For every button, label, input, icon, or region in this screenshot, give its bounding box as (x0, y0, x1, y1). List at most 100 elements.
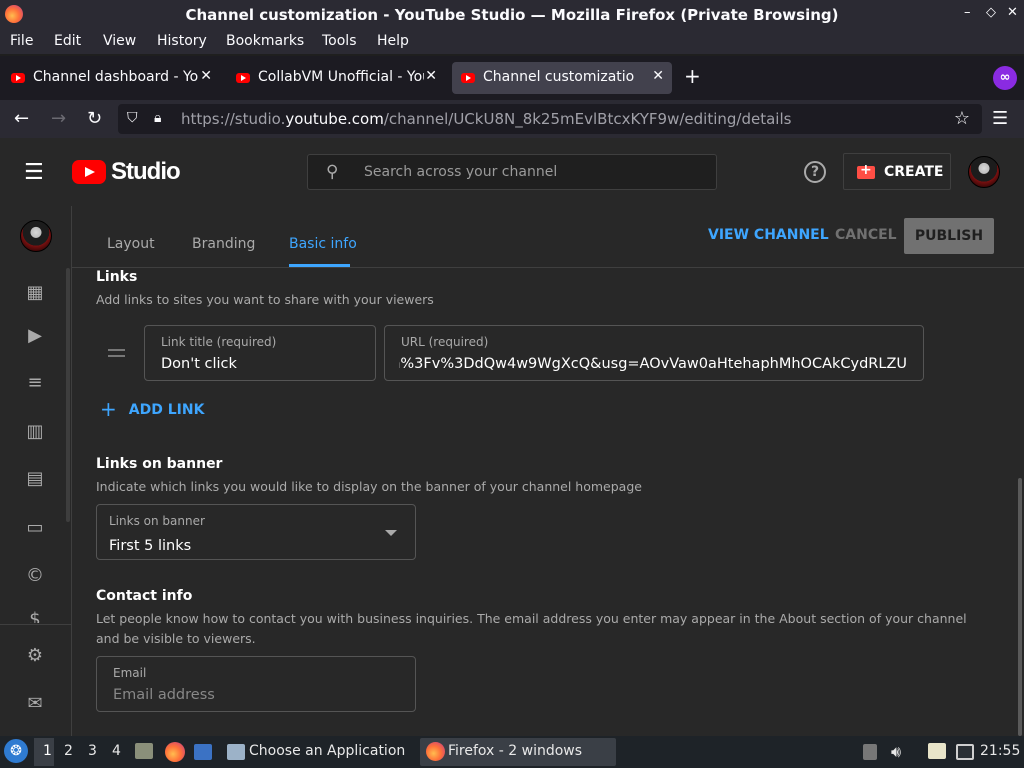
menu-view[interactable]: View (103, 33, 136, 49)
link-url-label: URL (required) (401, 335, 489, 349)
video-camera-icon (857, 162, 875, 179)
active-tab-indicator (289, 264, 350, 267)
feedback-icon[interactable]: ✉ (24, 693, 46, 715)
sidebar-scrollbar[interactable] (66, 268, 70, 522)
copyright-icon[interactable]: © (24, 565, 46, 587)
account-avatar[interactable] (968, 156, 1000, 188)
studio-sidebar: ▦ ▶ ≡ ▥ ▤ ▭ © $ ⚙ ✉ (0, 206, 72, 736)
menu-edit[interactable]: Edit (54, 33, 81, 49)
content-icon[interactable]: ▶ (24, 325, 46, 347)
app-chooser-label[interactable]: Choose an Application (249, 743, 405, 759)
email-field[interactable]: Email Email address (96, 656, 416, 712)
add-link-button[interactable]: + ADD LINK (100, 397, 204, 421)
channel-avatar[interactable] (20, 220, 52, 252)
create-button[interactable]: CREATE (843, 153, 951, 190)
cancel-button[interactable]: CANCEL (835, 227, 897, 243)
app-chooser-icon (227, 744, 245, 760)
workspace-2[interactable]: 2 (64, 743, 73, 759)
url-text[interactable]: https://studio.youtube.com/channel/UCkU8… (181, 110, 791, 128)
search-placeholder: Search across your channel (364, 164, 558, 180)
close-tab-icon[interactable]: ✕ (425, 68, 437, 84)
bookmark-star-icon[interactable]: ☆ (954, 108, 970, 129)
tab-branding[interactable]: Branding (192, 236, 255, 252)
notes-icon[interactable] (928, 743, 946, 759)
minimize-button[interactable]: – (964, 5, 971, 20)
youtube-favicon-icon (236, 73, 250, 83)
playlists-icon[interactable]: ≡ (24, 372, 46, 394)
links-on-banner-select[interactable]: Links on banner First 5 links (96, 504, 416, 560)
link-url-value[interactable]: ⁠watch%3Fv%3DdQw4w9WgXcQ&usg=AOvVaw0aHte… (399, 356, 907, 372)
publish-button[interactable]: PUBLISH (904, 218, 994, 254)
new-tab-button[interactable]: + (684, 64, 701, 88)
link-title-label: Link title (required) (161, 335, 277, 349)
close-tab-icon[interactable]: ✕ (652, 68, 664, 84)
create-label: CREATE (884, 164, 944, 180)
desktop-launcher-icon[interactable] (194, 744, 212, 760)
link-title-field[interactable]: Link title (required) Don't click (144, 325, 376, 381)
analytics-icon[interactable]: ▥ (24, 421, 46, 443)
reload-button[interactable]: ↻ (87, 108, 102, 129)
contact-info-heading: Contact info (96, 588, 193, 604)
youtube-favicon-icon (11, 73, 25, 83)
close-window-button[interactable]: ✕ (1007, 5, 1018, 20)
workspace-4[interactable]: 4 (112, 743, 121, 759)
menu-history[interactable]: History (157, 33, 207, 49)
studio-logo-text: Studio (111, 158, 181, 185)
link-title-value[interactable]: Don't click (161, 356, 237, 372)
drag-handle-icon[interactable] (108, 349, 125, 357)
earn-icon[interactable]: $ (24, 609, 46, 623)
menu-tools[interactable]: Tools (322, 33, 357, 49)
studio-menu-icon[interactable]: ☰ (24, 160, 44, 185)
settings-icon[interactable]: ⚙ (24, 645, 46, 667)
view-channel-button[interactable]: VIEW CHANNEL (708, 227, 829, 243)
workspace-1-label[interactable]: 1 (43, 743, 52, 759)
menu-bookmarks[interactable]: Bookmarks (226, 33, 304, 49)
firefox-windows-text[interactable]: Firefox - 2 windows (448, 743, 582, 759)
maximize-button[interactable]: ◇ (986, 5, 996, 20)
links-description: Add links to sites you want to share wit… (96, 292, 434, 307)
links-on-banner-description: Indicate which links you would like to d… (96, 479, 642, 494)
sidebar-divider (0, 624, 71, 625)
close-tab-icon[interactable]: ✕ (200, 68, 212, 84)
firefox-launcher-icon[interactable] (165, 742, 185, 762)
tab-channel-customization[interactable]: Channel customization - YouTube ✕ (452, 62, 672, 94)
links-on-banner-heading: Links on banner (96, 456, 223, 472)
volume-icon[interactable]: 🔊︎ (891, 742, 901, 762)
help-icon[interactable]: ? (804, 161, 826, 183)
url-bar[interactable]: ⛉ 🔒︎ https://studio.youtube.com/channel/… (118, 104, 982, 134)
email-placeholder[interactable]: Email address (113, 687, 215, 703)
menu-help[interactable]: Help (377, 33, 409, 49)
files-launcher-icon[interactable] (135, 743, 153, 759)
lock-icon[interactable]: 🔒︎ (154, 110, 161, 126)
network-icon[interactable] (956, 744, 974, 760)
forward-button[interactable]: → (51, 108, 66, 129)
window-titlebar: Channel customization - YouTube Studio —… (0, 0, 1024, 30)
window-title: Channel customization - YouTube Studio —… (185, 6, 839, 24)
tracking-protection-icon[interactable]: ⛉ (127, 110, 138, 126)
tab-channel-dashboard[interactable]: Channel dashboard - YouTube ✕ (2, 62, 220, 94)
tab-strip: Channel dashboard - YouTube ✕ CollabVM U… (0, 56, 1024, 100)
back-button[interactable]: ← (14, 108, 29, 129)
comments-icon[interactable]: ▤ (24, 468, 46, 490)
dashboard-icon[interactable]: ▦ (24, 282, 46, 304)
tab-label: Channel dashboard - YouTube (33, 69, 199, 85)
clipboard-icon[interactable] (863, 744, 877, 760)
tab-basic-info[interactable]: Basic info (289, 236, 357, 252)
start-menu-icon[interactable]: ❂ (4, 739, 28, 763)
plus-icon: + (100, 397, 117, 421)
search-input[interactable]: ⚲ Search across your channel (307, 154, 717, 190)
tab-layout[interactable]: Layout (107, 236, 155, 252)
workspace-3[interactable]: 3 (88, 743, 97, 759)
clock[interactable]: 21:55 (980, 743, 1020, 759)
chevron-down-icon (385, 530, 397, 536)
main-scrollbar[interactable] (1018, 478, 1022, 736)
firefox-menu-icon[interactable]: ☰ (992, 108, 1008, 129)
link-url-field[interactable]: URL (required) ⁠watch%3Fv%3DdQw4w9WgXcQ&… (384, 325, 924, 381)
tab-collabvm[interactable]: CollabVM Unofficial - YouTube ✕ (227, 62, 445, 94)
menu-file[interactable]: File (10, 33, 33, 49)
subtitles-icon[interactable]: ▭ (24, 517, 46, 539)
links-heading: Links (96, 269, 138, 285)
contact-info-description: Let people know how to contact you with … (96, 611, 967, 646)
links-on-banner-label: Links on banner (109, 514, 205, 528)
tab-label: CollabVM Unofficial - YouTube (258, 69, 424, 85)
